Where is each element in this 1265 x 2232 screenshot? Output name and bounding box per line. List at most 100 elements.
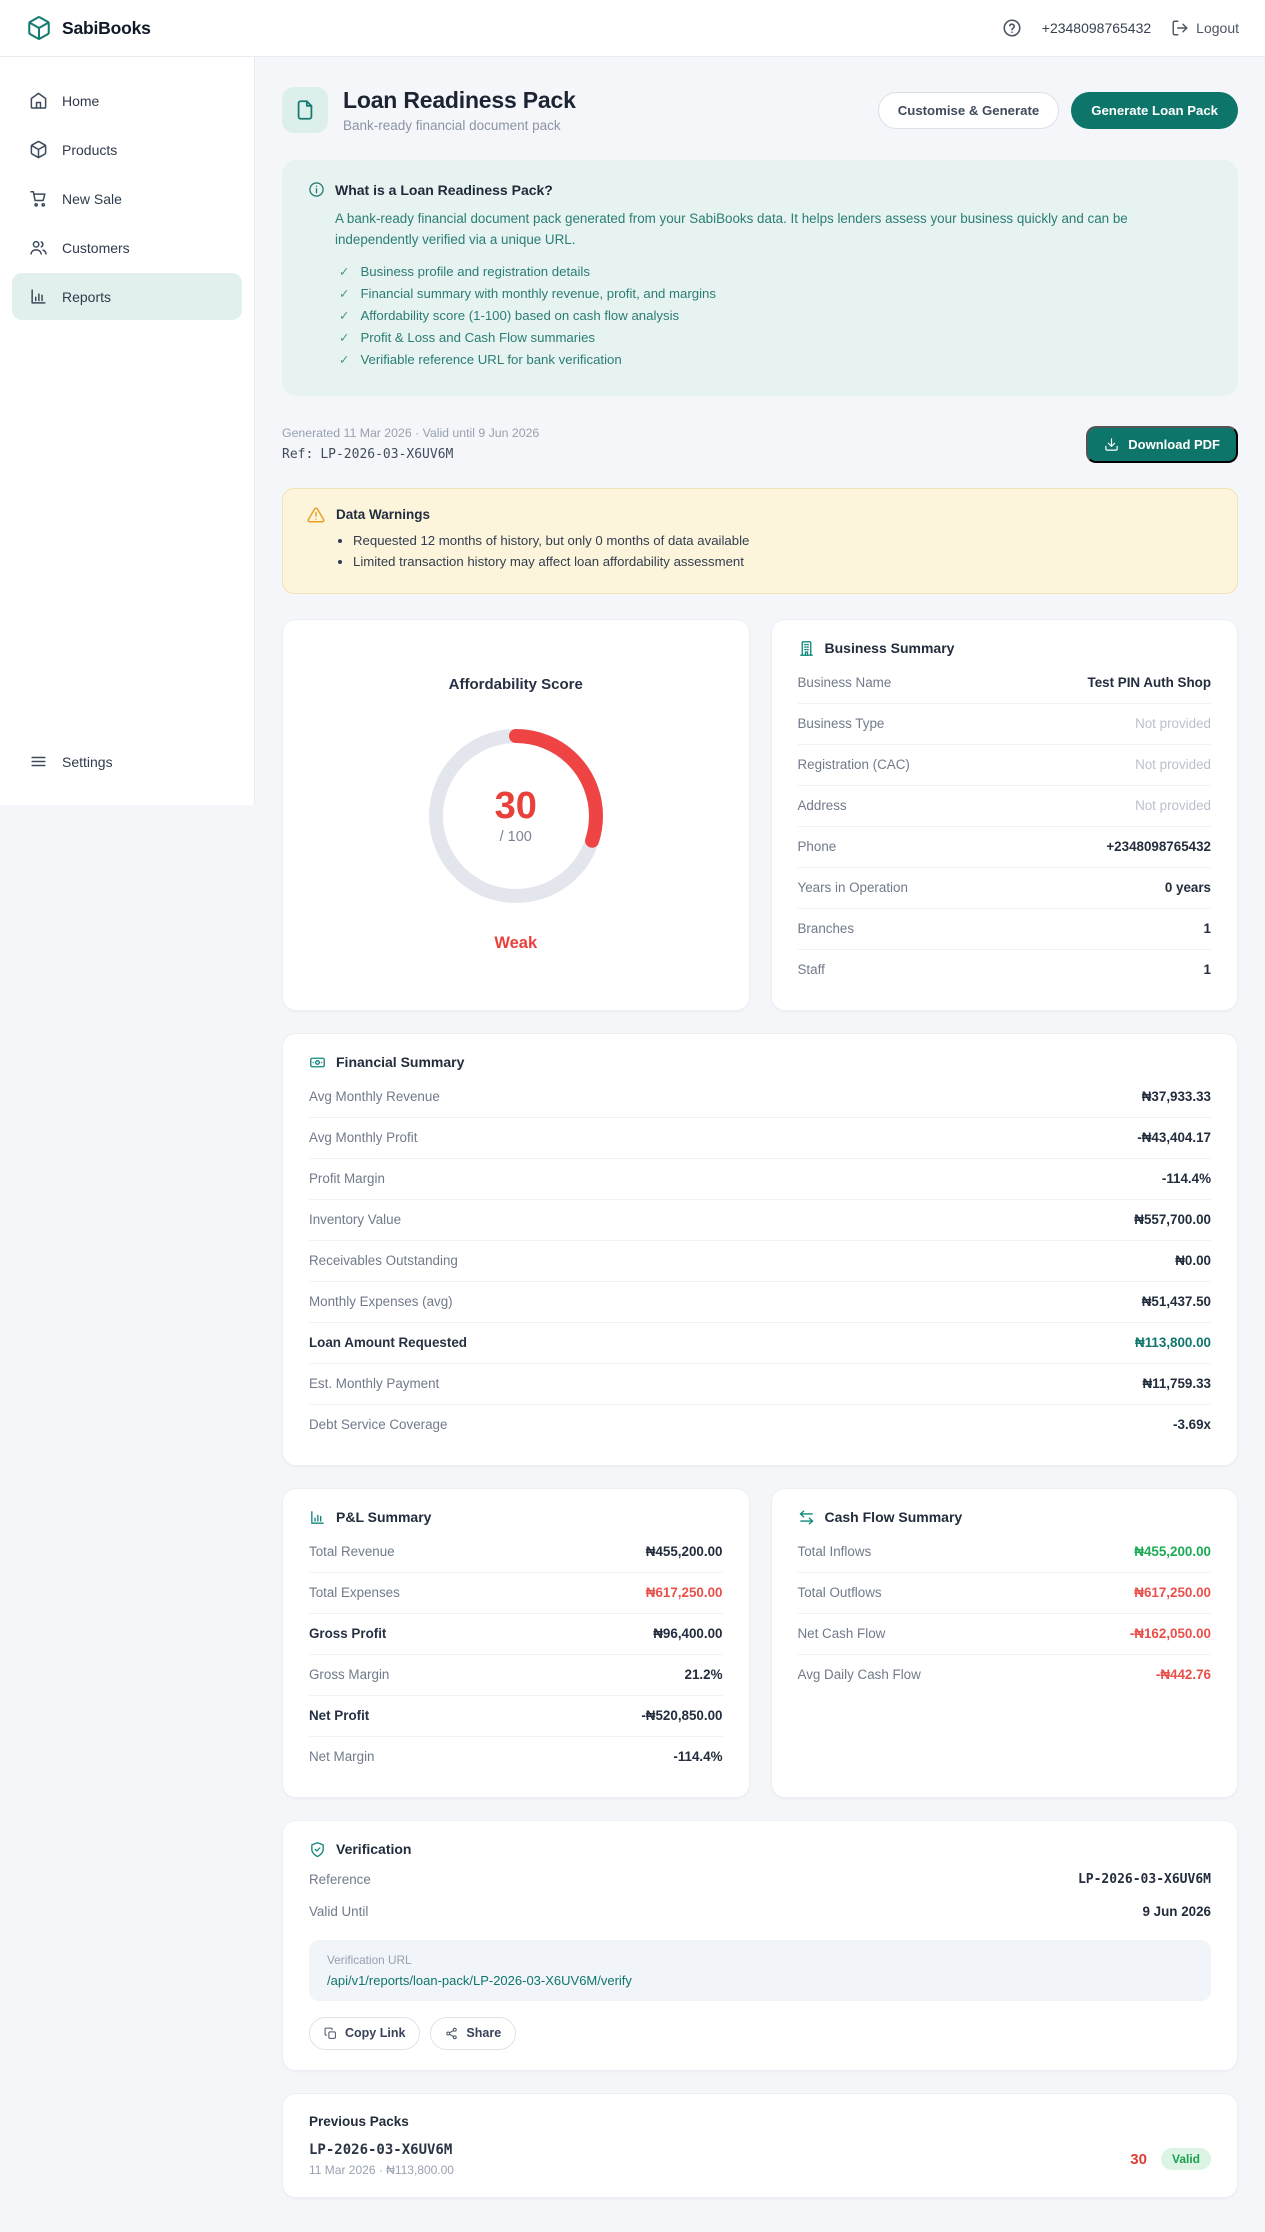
box-icon [29,140,48,159]
row-label: Avg Monthly Revenue [309,1089,440,1105]
sidebar-item-home[interactable]: Home [12,77,242,124]
row-label: Gross Profit [309,1626,387,1642]
logout-button[interactable]: Logout [1171,19,1239,37]
summary-row: Gross Margin 21.2% [309,1655,723,1696]
row-label: Total Outflows [797,1585,882,1601]
shield-check-icon [309,1841,326,1858]
sidebar-item-new-sale[interactable]: New Sale [12,175,242,222]
ref-value: LP-2026-03-X6UV6M [320,447,454,463]
row-label: Inventory Value [309,1212,402,1228]
checklist-item: Affordability score (1-100) based on cas… [339,308,1212,323]
row-label: Receivables Outstanding [309,1253,458,1269]
pack-reference: LP-2026-03-X6UV6M [309,2141,453,2158]
verification-card: Verification Reference LP-2026-03-X6UV6M V… [282,1819,1238,2071]
summary-row: Total Inflows ₦455,200.00 [797,1532,1211,1573]
row-value: ₦11,759.33 [1142,1376,1211,1392]
row-label: Profit Margin [309,1171,385,1187]
customise-generate-button[interactable]: Customise & Generate [877,91,1060,129]
row-value: 21.2% [684,1667,723,1683]
share-button[interactable]: Share [430,2016,517,2050]
copy-link-button[interactable]: Copy Link [309,2016,421,2050]
page-actions: Customise & Generate Generate Loan Pack [877,91,1238,129]
row-value: ₦51,437.50 [1141,1294,1211,1310]
topbar-right: +2348098765432 Logout [1002,18,1239,38]
summary-row: Net Profit -₦520,850.00 [309,1696,723,1737]
pl-summary-header: P&L Summary [309,1509,723,1526]
summary-row: Registration (CAC) Not provided [797,745,1211,786]
row-value: ₦455,200.00 [1134,1544,1211,1560]
warnings-header: Data Warnings [307,506,1213,524]
row-value: ₦96,400.00 [653,1626,723,1642]
download-pdf-button[interactable]: Download PDF [1086,425,1238,463]
affordability-score-card: Affordability Score 30 / 100 Weak [282,618,750,1011]
summary-row: Valid Until 9 Jun 2026 [309,1896,1211,1928]
row-label: Total Inflows [797,1544,872,1560]
brand-name: SabiBooks [62,17,151,38]
row-label: Total Revenue [309,1544,395,1560]
warnings-list: Requested 12 months of history, but only… [353,533,1213,569]
summary-row: Branches 1 [797,909,1211,950]
bar-chart-icon [309,1509,326,1526]
row-label: Avg Monthly Profit [309,1130,418,1146]
row-label: Net Profit [309,1708,370,1724]
row-label: Net Cash Flow [797,1626,886,1642]
main-content: Loan Readiness Pack Bank-ready financial… [255,57,1265,2232]
row-label: Branches [797,921,855,937]
pack-status-group: 30 Valid [1130,2148,1211,2171]
score-value: 30 [494,785,537,828]
row-value: 9 Jun 2026 [1142,1904,1211,1920]
row-label: Total Expenses [309,1585,400,1601]
summary-row: Business Type Not provided [797,704,1211,745]
sidebar-item-customers[interactable]: Customers [12,224,242,271]
summary-row: Total Revenue ₦455,200.00 [309,1532,723,1573]
row-label: Avg Daily Cash Flow [797,1667,921,1683]
row-value: -₦442.76 [1155,1667,1211,1683]
page-titles: Loan Readiness Pack Bank-ready financial… [343,87,576,133]
verification-url[interactable]: /api/v1/reports/loan-pack/LP-2026-03-X6U… [327,1973,1193,1988]
row-value: 1 [1203,962,1211,978]
summary-row: Reference LP-2026-03-X6UV6M [309,1864,1211,1896]
reference-line: Ref: LP-2026-03-X6UV6M [282,447,539,462]
summary-row: Business Name Test PIN Auth Shop [797,663,1211,704]
row-value: -₦162,050.00 [1129,1626,1211,1642]
pack-meta: 11 Mar 2026 · ₦113,800.00 [309,2162,454,2177]
row-value: -114.4% [1161,1171,1211,1187]
home-icon [29,91,48,110]
cashflow-summary-header: Cash Flow Summary [798,1509,1212,1526]
help-icon[interactable] [1002,18,1022,38]
affordability-title: Affordability Score [448,676,583,694]
sidebar-item-label: Products [62,141,118,158]
business-summary-table: Business Name Test PIN Auth Shop Business … [797,663,1212,990]
previous-pack-row[interactable]: LP-2026-03-X6UV6M 11 Mar 2026 · ₦113,800.… [309,2142,1211,2177]
score-rating: Weak [494,934,538,953]
sidebar-item-label: New Sale [62,190,122,207]
business-summary-card: Business Summary Business Name Test PIN A… [770,618,1238,1011]
pack-info: LP-2026-03-X6UV6M 11 Mar 2026 · ₦113,800.… [309,2142,454,2177]
row-value: ₦455,200.00 [645,1544,723,1560]
info-card: What is a Loan Readiness Pack? A bank-re… [282,160,1238,396]
verification-table: Reference LP-2026-03-X6UV6M Valid Until 9 J… [309,1864,1211,1928]
row-value: ₦113,800.00 [1135,1335,1211,1351]
checklist-item: Financial summary with monthly revenue, … [339,286,1212,301]
sidebar-item-settings[interactable]: Settings [12,738,242,785]
summary-row: Total Outflows ₦617,250.00 [797,1573,1211,1614]
warning-item: Requested 12 months of history, but only… [353,533,1213,548]
summary-row: Staff 1 [798,950,1212,990]
row-value: Not provided [1135,798,1211,814]
row-label: Phone [797,839,837,855]
menu-icon [29,752,48,771]
generate-loan-pack-button[interactable]: Generate Loan Pack [1071,91,1238,129]
row-value: 0 years [1164,880,1211,896]
row-label: Valid Until [309,1904,369,1920]
sidebar-nav: Home Products New Sale Customers Reports [0,77,254,322]
business-summary-header: Business Summary [798,640,1212,657]
summary-row: Net Margin -114.4% [309,1737,723,1777]
pack-meta-row: Generated 11 Mar 2026 · Valid until 9 Ju… [282,425,1238,463]
sidebar-item-reports[interactable]: Reports [12,273,242,320]
summary-row: Phone +2348098765432 [797,827,1211,868]
sidebar-item-products[interactable]: Products [12,126,242,173]
summary-row: Avg Monthly Profit -₦43,404.17 [309,1118,1211,1159]
info-title: What is a Loan Readiness Pack? [335,181,553,198]
document-icon [282,87,328,133]
sidebar: Home Products New Sale Customers Reports Set… [0,57,255,805]
